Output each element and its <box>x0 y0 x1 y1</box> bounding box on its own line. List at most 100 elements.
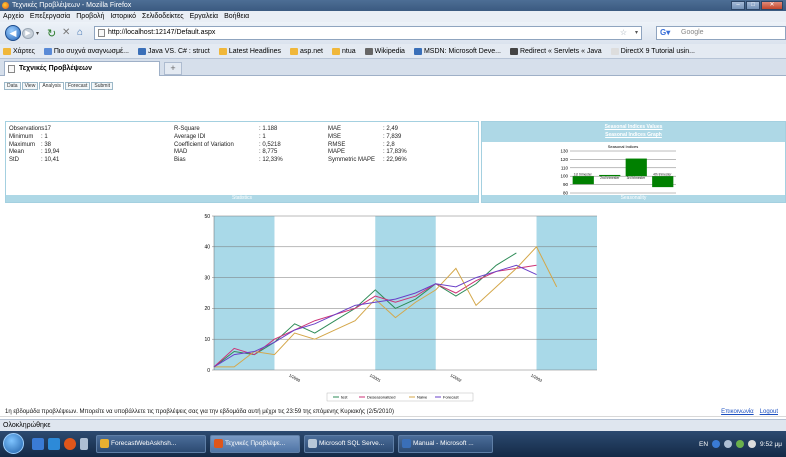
stat-row: Bias: 12,33% <box>174 157 283 165</box>
quicklaunch-overflow-icon[interactable] <box>80 438 88 450</box>
seasonal-category-label: 2nd trimester <box>600 176 620 180</box>
menu-edit[interactable]: Επεξεργασία <box>30 11 70 22</box>
bookmark-star-icon[interactable]: ☆ <box>620 27 627 39</box>
seasonal-y-tick: 100 <box>560 174 568 179</box>
maximize-button[interactable]: □ <box>746 1 760 10</box>
tab-forecast[interactable]: Forecast <box>64 82 91 90</box>
quicklaunch-ie-icon[interactable] <box>48 438 60 450</box>
task-app-icon <box>100 439 109 448</box>
stat-value: : 12,33% <box>259 157 283 164</box>
url-dropdown-icon[interactable]: ▾ <box>635 27 638 39</box>
quicklaunch-firefox-icon[interactable] <box>64 438 76 450</box>
search-box[interactable]: G▾ Google <box>656 26 786 40</box>
tab-submit[interactable]: Submit <box>91 82 113 90</box>
language-indicator[interactable]: EN <box>699 441 708 448</box>
menu-bookmarks[interactable]: Σελιδοδείκτες <box>142 11 184 22</box>
menu-file[interactable]: Αρχείο <box>3 11 24 22</box>
tray-expand-icon[interactable] <box>724 440 733 448</box>
tab-view[interactable]: View <box>21 82 39 90</box>
back-arrow-icon[interactable]: ◀ <box>5 25 21 41</box>
seasonality-panel: Seasonal Indices Values Seasonal Indices… <box>481 121 786 203</box>
forward-arrow-icon[interactable]: ▶ <box>22 28 34 39</box>
tab-data[interactable]: Data <box>4 82 21 90</box>
bookmark-item[interactable]: MSDN: Microsoft Deve... <box>413 47 501 55</box>
bookmark-item[interactable]: asp.net <box>290 47 323 55</box>
menu-help[interactable]: Βοήθεια <box>224 11 249 22</box>
bookmark-icon <box>364 47 373 55</box>
stat-row: Mean: 19,94 <box>9 149 59 157</box>
stat-value: : 2,49 <box>383 126 399 132</box>
firefox-icon <box>2 2 9 9</box>
browser-tab-strip: Τεχνικές Προβλέψεων + <box>0 59 786 76</box>
quicklaunch-desktop-icon[interactable] <box>32 438 44 450</box>
task-app-icon <box>214 439 223 448</box>
stat-value: : 22,96% <box>383 157 407 164</box>
tab-analysis[interactable]: Analysis <box>39 82 64 90</box>
seasonal-indices-values-link[interactable]: Seasonal Indices Values <box>482 123 785 131</box>
bookmark-item[interactable]: Πιο συχνά αναγνωσμέ... <box>43 47 129 55</box>
chart-x-tick: 1/2003 <box>530 373 544 384</box>
menu-view[interactable]: Προβολή <box>76 11 104 22</box>
bookmark-label: MSDN: Microsoft Deve... <box>423 47 501 55</box>
stats-column-3: MAE: 2,49 MSE: 7,839 RMSE: 2,8 MAPE: 17,83%… <box>328 126 407 165</box>
taskbar-task[interactable]: Manual - Microsoft ... <box>398 435 493 453</box>
home-icon[interactable]: ⌂ <box>77 27 83 38</box>
bookmark-item[interactable]: Latest Headlines <box>218 47 281 55</box>
start-button[interactable] <box>3 433 24 454</box>
browser-status-bar: Ολοκληρώθηκε <box>0 419 786 431</box>
close-button[interactable]: ✕ <box>761 1 783 10</box>
new-tab-button[interactable]: + <box>164 62 182 75</box>
address-bar[interactable]: http://localhost:12147/Default.aspx ☆ ▾ <box>94 26 642 40</box>
history-dropdown-icon[interactable]: ▾ <box>36 30 39 37</box>
menu-bar: Αρχείο Επεξεργασία Προβολή Ιστορικό Σελι… <box>0 11 786 22</box>
chart-x-tick: 1/2000 <box>288 373 302 384</box>
minimize-button[interactable]: – <box>731 1 745 10</box>
seasonal-y-tick: 130 <box>560 149 568 154</box>
taskbar-task[interactable]: Microsoft SQL Serve... <box>304 435 394 453</box>
stat-value: : 17 <box>41 126 52 132</box>
seasonal-bar <box>572 176 594 185</box>
bookmark-item[interactable]: Redirect « Servlets « Java <box>509 47 602 55</box>
taskbar-task[interactable]: ForecastWebAskhsh... <box>96 435 206 453</box>
stats-column-2: R-Square: 1.188 Average IDI: 1 Coefficient… <box>174 126 283 165</box>
bookmark-icon <box>43 47 52 55</box>
menu-tools[interactable]: Εργαλεία <box>190 11 218 22</box>
bookmark-item[interactable]: DirectX 9 Tutorial usin... <box>610 47 695 55</box>
reload-icon[interactable]: ↻ <box>47 27 56 40</box>
stat-label: Coefficient of Variation <box>174 141 234 148</box>
browser-tab-active[interactable]: Τεχνικές Προβλέψεων <box>4 61 160 76</box>
season-band <box>536 216 597 370</box>
volume-icon[interactable] <box>748 440 757 448</box>
network-icon[interactable] <box>736 440 745 448</box>
stat-label: Minimum <box>9 133 34 140</box>
season-band <box>375 216 436 370</box>
seasonal-indices-graph-link[interactable]: Seasonal Indices Graph <box>482 131 785 139</box>
menu-history[interactable]: Ιστορικό <box>110 11 136 22</box>
contact-link[interactable]: Επικοινωνία <box>721 409 754 415</box>
stat-value: : 38 <box>41 141 52 148</box>
page-icon <box>98 29 105 37</box>
bookmark-item[interactable]: Wikipedia <box>364 47 405 55</box>
taskbar-task[interactable]: Τεχνικές Προβλέψε... <box>210 435 300 453</box>
bookmark-item[interactable]: Χάρτες <box>3 47 35 55</box>
stop-icon[interactable]: ✕ <box>62 27 70 38</box>
task-label: ForecastWebAskhsh... <box>111 440 177 447</box>
bookmark-icon <box>413 47 422 55</box>
forecast-week-message: 1η εβδομάδα προβλέψεων. Μπορείτε να υποβ… <box>5 409 395 415</box>
google-icon[interactable]: G▾ <box>660 28 674 38</box>
bookmark-item[interactable]: Java VS. C# : struct <box>138 47 210 55</box>
windows-taskbar: ForecastWebAskhsh... Τεχνικές Προβλέψε...… <box>0 431 786 457</box>
forecast-line-chart: 0 10 20 30 40 50 1/2000 1/2001 1/2002 1/2003 test D… <box>204 214 597 402</box>
stat-row: Symmetric MAPE: 22,96% <box>328 157 407 165</box>
stat-label: RMSE <box>328 141 346 148</box>
bookmark-item[interactable]: ntua <box>331 47 356 55</box>
help-icon[interactable] <box>712 440 721 448</box>
clock[interactable]: 9:52 μμ <box>760 441 782 448</box>
bookmark-label: Wikipedia <box>374 47 405 55</box>
stat-label: Maximum <box>9 141 36 148</box>
logout-link[interactable]: Logout <box>760 409 778 415</box>
stat-row: Coefficient of Variation: 0,5218 <box>174 142 283 150</box>
seasonal-y-tick: 110 <box>561 165 569 170</box>
seasonal-indices-chart: Seasonal Indices80901001101201301st trim… <box>560 144 676 195</box>
bookmark-label: asp.net <box>300 47 323 55</box>
